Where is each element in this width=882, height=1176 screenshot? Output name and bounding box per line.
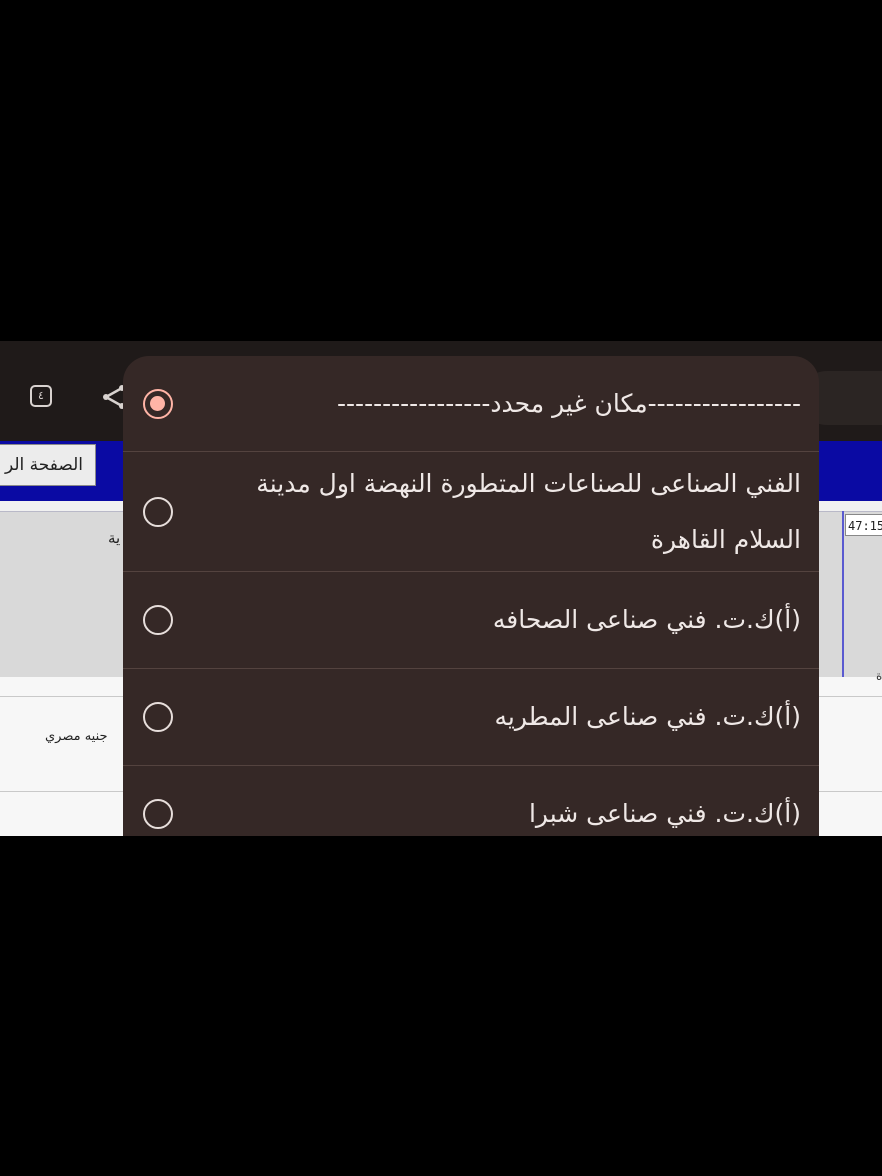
timer-field: 47:15 [845,514,882,536]
radio-unselected-icon[interactable] [143,799,173,829]
currency-cell: جنيه مصري [45,729,108,744]
option-label: (أ)ك.ت. فني صناعى الصحافه [492,605,801,634]
radio-unselected-icon[interactable] [143,702,173,732]
dropdown-option[interactable]: (أ)ك.ت. فني صناعى الصحافه [123,572,819,669]
option-label: الفني الصناعى للصناعات المتطورة النهضة ا… [256,469,801,554]
select-dropdown-sheet: -----------------مكان غير محدد----------… [123,356,819,836]
radio-unselected-icon[interactable] [143,497,173,527]
radio-selected-icon[interactable] [143,389,173,419]
home-page-button[interactable]: الصفحة الر [0,444,96,486]
dropdown-option[interactable]: -----------------مكان غير محدد----------… [123,356,819,452]
radio-unselected-icon[interactable] [143,605,173,635]
dropdown-option[interactable]: الفني الصناعى للصناعات المتطورة النهضة ا… [123,452,819,572]
dropdown-option[interactable]: (أ)ك.ت. فني صناعى شبرا [123,766,819,836]
panel-label: ية [108,529,121,547]
tab-switcher-button[interactable]: ٤ [30,385,52,407]
dropdown-option[interactable]: (أ)ك.ت. فني صناعى المطريه [123,669,819,766]
option-label: (أ)ك.ت. فني صناعى شبرا [528,799,801,828]
option-label: -----------------مكان غير محدد----------… [337,389,801,418]
option-label: (أ)ك.ت. فني صناعى المطريه [494,702,801,731]
screen-area: ٤ الصفحة الر ية 47:15 جنيه مصري ة ------… [0,341,882,836]
side-text: ة [876,669,882,683]
